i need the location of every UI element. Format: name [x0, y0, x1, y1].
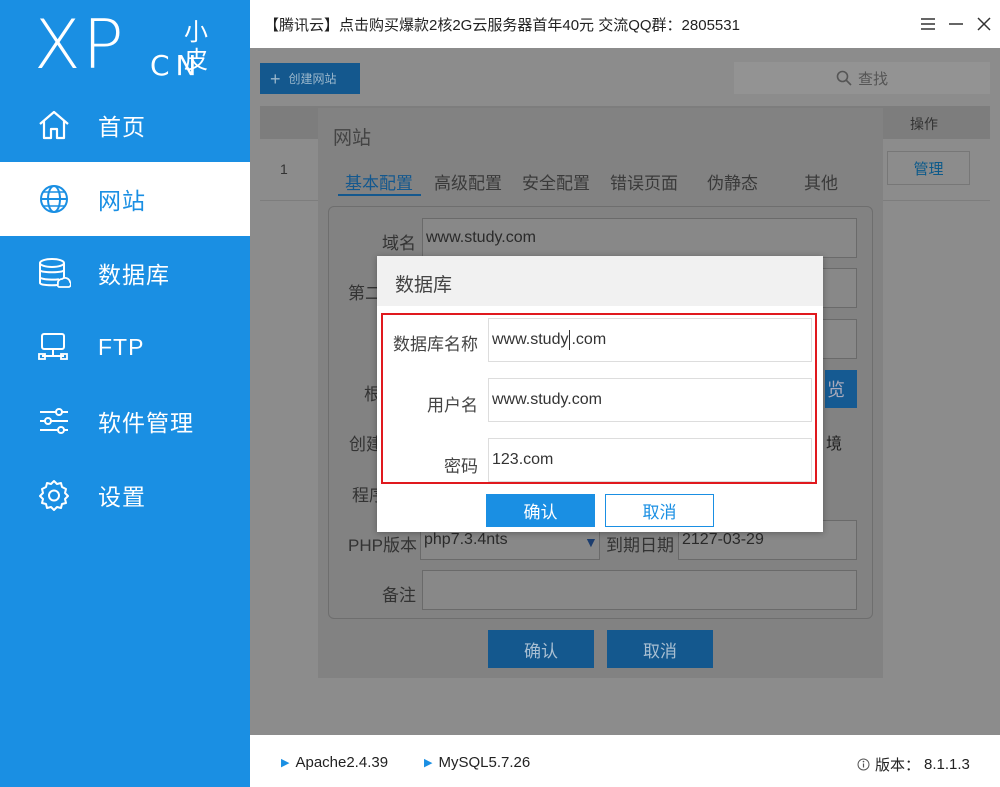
search-label: 查找 [857, 70, 888, 88]
sidebar-nav: 首页 网站 数据库 FTP 软件管理 设置 [0, 88, 250, 532]
sidebar-item-label: 数据库 [98, 262, 170, 288]
sidebar-item-label: FTP [98, 333, 145, 360]
db-cancel-button[interactable]: 取消 [605, 494, 714, 527]
sliders-icon [36, 403, 72, 439]
version-label: 版本： [875, 757, 921, 774]
sidebar: XP 小皮 CN 首页 网站 数据库 FTP 软件管理 设置 [0, 0, 250, 787]
tab-error-pages[interactable]: 错误页面 [610, 169, 678, 194]
website-dialog-title: 网站 [333, 128, 372, 149]
gear-icon [36, 477, 72, 513]
website-confirm-button[interactable]: 确认 [488, 630, 594, 668]
sidebar-item-home[interactable]: 首页 [0, 88, 250, 162]
tab-advanced-config[interactable]: 高级配置 [434, 169, 502, 194]
title-bar: 【腾讯云】点击购买爆款2核2G云服务器首年40元 交流QQ群：2805531 [250, 0, 1000, 48]
sidebar-item-database[interactable]: 数据库 [0, 236, 250, 310]
domain-label: 域名 [382, 234, 416, 253]
sidebar-item-label: 设置 [98, 484, 146, 510]
logo-en: CN [150, 49, 203, 82]
tab-other[interactable]: 其他 [804, 169, 838, 194]
search-button[interactable]: 查找 [734, 62, 990, 94]
search-icon [836, 70, 852, 86]
home-icon [36, 107, 72, 143]
globe-icon [36, 181, 72, 217]
sidebar-item-label: 软件管理 [98, 410, 194, 436]
password-input[interactable]: 123.com [488, 438, 812, 482]
close-icon[interactable] [972, 12, 996, 36]
database-icon [36, 255, 72, 291]
note-label: 备注 [382, 586, 416, 605]
sidebar-item-software[interactable]: 软件管理 [0, 384, 250, 458]
sidebar-item-ftp[interactable]: FTP [0, 310, 250, 384]
create-website-button[interactable]: + 创建网站 [260, 63, 360, 94]
manage-button[interactable]: 管理 [887, 151, 970, 185]
sidebar-item-label: 首页 [98, 114, 146, 140]
active-tab-indicator [338, 194, 421, 196]
status-bar: ▶ Apache2.4.39 ▶ MySQL5.7.26 版本： 8.1.1.3 [250, 735, 1000, 787]
db-name-value: www.study [492, 331, 569, 348]
play-icon: ▶ [424, 757, 433, 769]
domain-input[interactable]: www.study.com [422, 218, 857, 258]
menu-icon[interactable] [916, 12, 940, 36]
ad-banner-link[interactable]: 【腾讯云】点击购买爆款2核2G云服务器首年40元 交流QQ群：2805531 [250, 14, 740, 35]
text-cursor [569, 330, 571, 350]
apache-status[interactable]: ▶ Apache2.4.39 [281, 754, 388, 771]
mysql-status[interactable]: ▶ MySQL5.7.26 [424, 754, 530, 771]
sidebar-item-settings[interactable]: 设置 [0, 458, 250, 532]
db-confirm-button[interactable]: 确认 [486, 494, 595, 527]
sidebar-item-label: 网站 [98, 188, 146, 214]
db-name-input[interactable]: www.study .com [488, 318, 812, 362]
play-icon: ▶ [281, 757, 290, 769]
tab-security-config[interactable]: 安全配置 [522, 169, 590, 194]
logo-brand: XP [34, 6, 126, 85]
php-version-label: PHP版本 [348, 536, 417, 555]
expire-date-label: 到期日期 [606, 536, 674, 555]
create-website-label: 创建网站 [288, 72, 337, 86]
apache-label: Apache2.4.39 [295, 754, 389, 771]
version-info: 版本： 8.1.1.3 [857, 754, 970, 775]
sidebar-item-website[interactable]: 网站 [0, 162, 250, 236]
db-name-label: 数据库名称 [393, 335, 478, 354]
password-label: 密码 [444, 457, 478, 476]
username-label: 用户名 [427, 396, 478, 415]
ftp-icon [36, 329, 72, 365]
browse-button[interactable]: 览 [825, 370, 857, 408]
minimize-icon[interactable] [944, 12, 968, 36]
mysql-label: MySQL5.7.26 [438, 754, 531, 771]
db-name-value-tail: .com [571, 331, 607, 348]
database-dialog-header: 数据库 [377, 256, 823, 306]
row-number: 1 [280, 161, 288, 177]
version-value: 8.1.1.3 [924, 756, 970, 773]
tab-rewrite[interactable]: 伪静态 [707, 169, 758, 194]
database-dialog-title: 数据库 [395, 275, 453, 296]
tab-basic-config[interactable]: 基本配置 [345, 169, 413, 194]
username-input[interactable]: www.study.com [488, 378, 812, 422]
info-icon [857, 758, 870, 771]
database-dialog: 数据库 数据库名称 www.study .com 用户名 www.study.co… [377, 256, 823, 532]
column-header-actions: 操作 [910, 116, 938, 132]
note-input[interactable] [422, 570, 857, 610]
dropdown-arrow-icon: ▼ [584, 534, 598, 550]
website-cancel-button[interactable]: 取消 [607, 630, 713, 668]
env-label: 境 [826, 436, 843, 453]
plus-icon: + [270, 68, 281, 89]
